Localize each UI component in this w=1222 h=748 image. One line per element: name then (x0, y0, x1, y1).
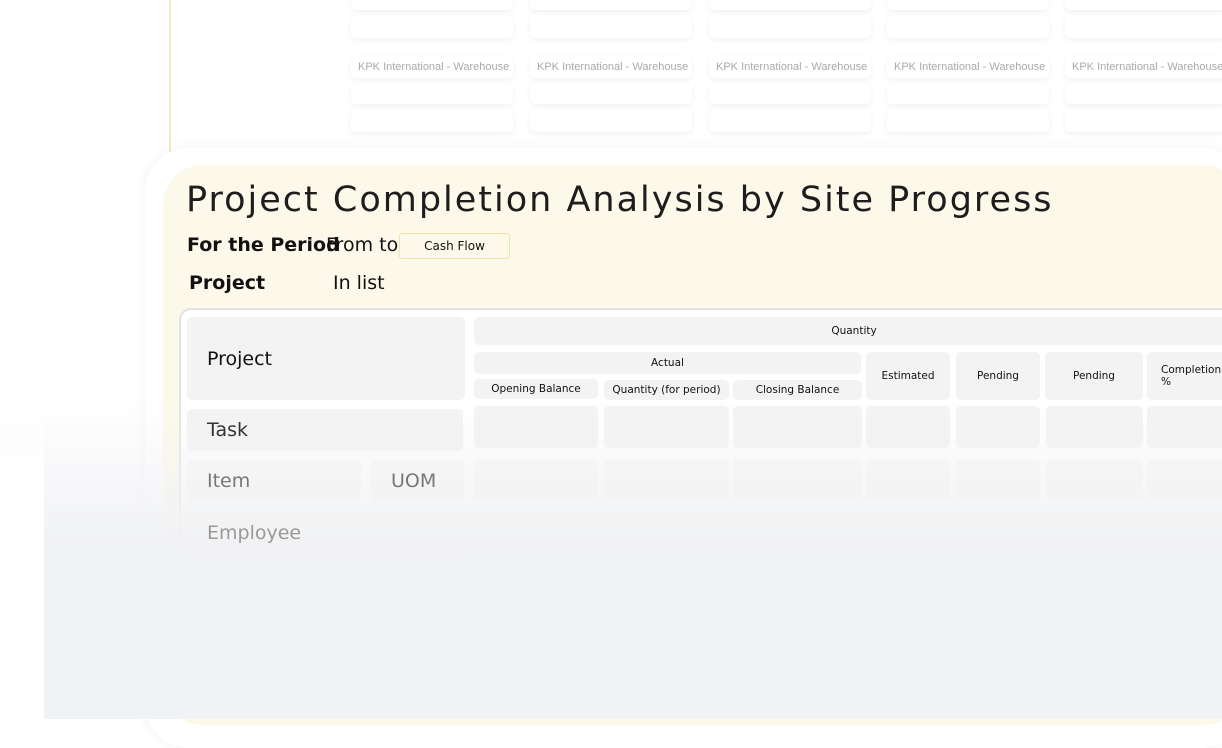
table-cell (956, 459, 1040, 501)
table-cell (474, 406, 598, 448)
warehouse-card-row (351, 15, 513, 38)
warehouse-card-row (530, 83, 692, 104)
row-header-project: Project (187, 317, 465, 400)
table-cell (1147, 511, 1222, 553)
header-pending: Pending (956, 352, 1040, 400)
warehouse-card-row (887, 109, 1049, 132)
table-cell (1046, 406, 1143, 448)
warehouse-card-row (351, 109, 513, 132)
warehouse-card-row (1065, 83, 1222, 104)
warehouse-card-row (1065, 0, 1222, 10)
row-header-item: Item (187, 460, 361, 502)
warehouse-card-row (709, 0, 871, 10)
warehouse-card-row (1065, 15, 1222, 38)
header-closing-balance: Closing Balance (733, 380, 862, 400)
header-estimated: Estimated (866, 352, 950, 400)
warehouse-card-row (1065, 109, 1222, 132)
report-title: Project Completion Analysis by Site Prog… (186, 180, 1054, 220)
warehouse-card-row (887, 15, 1049, 38)
warehouse-card-label: KPK International - Warehouse (887, 56, 1049, 78)
cash-flow-field[interactable]: Cash Flow (399, 233, 510, 259)
header-quantity: Quantity (474, 317, 1222, 345)
header-opening-balance: Opening Balance (474, 379, 598, 399)
warehouse-card-row (351, 0, 513, 10)
warehouse-card-label: KPK International - Warehouse (351, 56, 513, 78)
warehouse-card-row (530, 109, 692, 132)
table-cell (866, 406, 950, 448)
warehouse-card-row (709, 83, 871, 104)
table-cell (474, 459, 598, 501)
background-divider (169, 0, 171, 152)
table-cell (866, 511, 950, 553)
table-cell (956, 406, 1040, 448)
table-cell (733, 511, 862, 553)
table-cell (866, 459, 950, 501)
project-filter-label: Project (189, 272, 266, 294)
warehouse-card-row (530, 0, 692, 10)
table-cell (604, 406, 729, 448)
row-header-task: Task (187, 409, 463, 451)
table-cell (604, 459, 729, 501)
table-cell (604, 511, 729, 553)
table-cell (1147, 406, 1222, 448)
table-cell (1147, 459, 1222, 501)
header-pending-2: Pending (1045, 352, 1143, 400)
table-cell (733, 406, 862, 448)
project-filter-value[interactable]: In list (333, 272, 385, 294)
from-to-label: From to (326, 234, 399, 256)
warehouse-card-row (887, 83, 1049, 104)
warehouse-card-row (709, 15, 871, 38)
period-label: For the Period (187, 234, 340, 256)
warehouse-card-label: KPK International - Warehouse (1065, 56, 1222, 78)
warehouse-card-row (351, 83, 513, 104)
table-cell (474, 511, 598, 553)
table-cell (956, 511, 1040, 553)
warehouse-card-row (709, 109, 871, 132)
warehouse-card-label: KPK International - Warehouse (530, 56, 692, 78)
row-header-uom: UOM (371, 460, 464, 502)
warehouse-card-row (530, 15, 692, 38)
warehouse-card-label: KPK International - Warehouse (709, 56, 871, 78)
left-fade (0, 380, 44, 719)
table-cell (733, 459, 862, 501)
header-quantity-period: Quantity (for period) (604, 380, 729, 400)
warehouse-card-row (887, 0, 1049, 10)
table-cell (1046, 511, 1143, 553)
header-completion: Completion % (1147, 352, 1222, 400)
table-cell (1046, 459, 1143, 501)
row-header-employee: Employee (187, 512, 463, 554)
header-actual: Actual (474, 352, 861, 374)
